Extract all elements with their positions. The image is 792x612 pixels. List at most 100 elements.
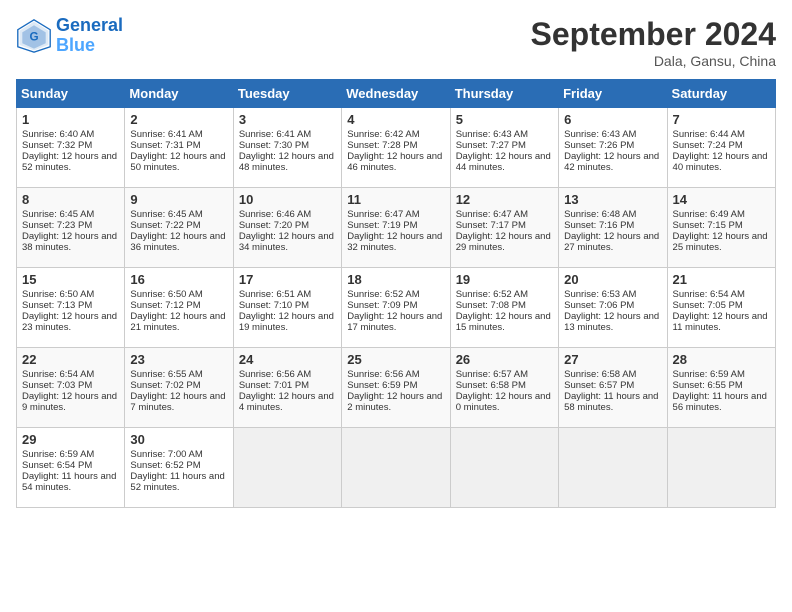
calendar-cell: 15 Sunrise: 6:50 AM Sunset: 7:13 PM Dayl… [17,268,125,348]
calendar-day-header: Monday [125,80,233,108]
sunrise-text: Sunrise: 6:45 AM [130,209,202,220]
sunrise-text: Sunrise: 6:43 AM [456,129,528,140]
day-number: 16 [130,272,227,287]
sunset-text: Sunset: 7:06 PM [564,300,634,311]
daylight-label: Daylight: 11 hours and 54 minutes. [22,471,116,493]
sunrise-text: Sunrise: 6:50 AM [130,289,202,300]
sunset-text: Sunset: 6:52 PM [130,460,200,471]
daylight-label: Daylight: 12 hours and 50 minutes. [130,151,225,173]
calendar-week-row: 1 Sunrise: 6:40 AM Sunset: 7:32 PM Dayli… [17,108,776,188]
day-number: 1 [22,112,119,127]
daylight-label: Daylight: 12 hours and 4 minutes. [239,391,334,413]
logo-icon: G [16,18,52,54]
daylight-label: Daylight: 12 hours and 36 minutes. [130,231,225,253]
calendar-cell [450,428,558,508]
calendar-cell: 22 Sunrise: 6:54 AM Sunset: 7:03 PM Dayl… [17,348,125,428]
daylight-label: Daylight: 12 hours and 48 minutes. [239,151,334,173]
calendar-table: SundayMondayTuesdayWednesdayThursdayFrid… [16,79,776,508]
day-number: 5 [456,112,553,127]
sunset-text: Sunset: 7:13 PM [22,300,92,311]
daylight-label: Daylight: 12 hours and 7 minutes. [130,391,225,413]
sunrise-text: Sunrise: 6:47 AM [347,209,419,220]
sunset-text: Sunset: 7:22 PM [130,220,200,231]
calendar-cell [233,428,341,508]
daylight-label: Daylight: 12 hours and 34 minutes. [239,231,334,253]
calendar-week-row: 8 Sunrise: 6:45 AM Sunset: 7:23 PM Dayli… [17,188,776,268]
calendar-cell: 24 Sunrise: 6:56 AM Sunset: 7:01 PM Dayl… [233,348,341,428]
sunrise-text: Sunrise: 6:44 AM [673,129,745,140]
day-number: 14 [673,192,770,207]
sunset-text: Sunset: 7:27 PM [456,140,526,151]
daylight-label: Daylight: 12 hours and 11 minutes. [673,311,768,333]
sunset-text: Sunset: 7:10 PM [239,300,309,311]
calendar-cell: 30 Sunrise: 7:00 AM Sunset: 6:52 PM Dayl… [125,428,233,508]
calendar-day-header: Thursday [450,80,558,108]
sunrise-text: Sunrise: 6:42 AM [347,129,419,140]
day-number: 12 [456,192,553,207]
day-number: 15 [22,272,119,287]
day-number: 3 [239,112,336,127]
calendar-cell [342,428,450,508]
logo-text: GeneralBlue [56,16,123,56]
daylight-label: Daylight: 12 hours and 44 minutes. [456,151,551,173]
sunset-text: Sunset: 7:17 PM [456,220,526,231]
sunrise-text: Sunrise: 6:41 AM [239,129,311,140]
sunrise-text: Sunrise: 6:55 AM [130,369,202,380]
calendar-cell: 17 Sunrise: 6:51 AM Sunset: 7:10 PM Dayl… [233,268,341,348]
sunrise-text: Sunrise: 6:45 AM [22,209,94,220]
daylight-label: Daylight: 12 hours and 13 minutes. [564,311,659,333]
daylight-label: Daylight: 12 hours and 15 minutes. [456,311,551,333]
calendar-cell: 12 Sunrise: 6:47 AM Sunset: 7:17 PM Dayl… [450,188,558,268]
daylight-label: Daylight: 12 hours and 25 minutes. [673,231,768,253]
daylight-label: Daylight: 12 hours and 29 minutes. [456,231,551,253]
sunset-text: Sunset: 7:30 PM [239,140,309,151]
day-number: 30 [130,432,227,447]
daylight-label: Daylight: 11 hours and 56 minutes. [673,391,767,413]
sunset-text: Sunset: 7:12 PM [130,300,200,311]
sunset-text: Sunset: 7:28 PM [347,140,417,151]
sunset-text: Sunset: 7:05 PM [673,300,743,311]
sunset-text: Sunset: 7:15 PM [673,220,743,231]
day-number: 9 [130,192,227,207]
daylight-label: Daylight: 11 hours and 58 minutes. [564,391,658,413]
daylight-label: Daylight: 12 hours and 9 minutes. [22,391,117,413]
day-number: 17 [239,272,336,287]
daylight-label: Daylight: 12 hours and 40 minutes. [673,151,768,173]
logo: G GeneralBlue [16,16,123,56]
day-number: 2 [130,112,227,127]
calendar-cell: 20 Sunrise: 6:53 AM Sunset: 7:06 PM Dayl… [559,268,667,348]
calendar-day-header: Wednesday [342,80,450,108]
sunrise-text: Sunrise: 6:52 AM [456,289,528,300]
calendar-week-row: 15 Sunrise: 6:50 AM Sunset: 7:13 PM Dayl… [17,268,776,348]
daylight-label: Daylight: 12 hours and 32 minutes. [347,231,442,253]
day-number: 11 [347,192,444,207]
calendar-cell: 1 Sunrise: 6:40 AM Sunset: 7:32 PM Dayli… [17,108,125,188]
sunrise-text: Sunrise: 6:52 AM [347,289,419,300]
daylight-label: Daylight: 12 hours and 0 minutes. [456,391,551,413]
calendar-cell: 16 Sunrise: 6:50 AM Sunset: 7:12 PM Dayl… [125,268,233,348]
day-number: 21 [673,272,770,287]
calendar-cell: 13 Sunrise: 6:48 AM Sunset: 7:16 PM Dayl… [559,188,667,268]
calendar-cell [667,428,775,508]
sunset-text: Sunset: 7:24 PM [673,140,743,151]
calendar-cell [559,428,667,508]
sunrise-text: Sunrise: 6:50 AM [22,289,94,300]
day-number: 7 [673,112,770,127]
calendar-cell: 4 Sunrise: 6:42 AM Sunset: 7:28 PM Dayli… [342,108,450,188]
sunrise-text: Sunrise: 6:54 AM [673,289,745,300]
day-number: 10 [239,192,336,207]
calendar-week-row: 29 Sunrise: 6:59 AM Sunset: 6:54 PM Dayl… [17,428,776,508]
sunset-text: Sunset: 6:59 PM [347,380,417,391]
day-number: 29 [22,432,119,447]
day-number: 28 [673,352,770,367]
sunset-text: Sunset: 7:08 PM [456,300,526,311]
sunset-text: Sunset: 6:57 PM [564,380,634,391]
day-number: 13 [564,192,661,207]
day-number: 23 [130,352,227,367]
calendar-cell: 8 Sunrise: 6:45 AM Sunset: 7:23 PM Dayli… [17,188,125,268]
sunset-text: Sunset: 7:20 PM [239,220,309,231]
sunrise-text: Sunrise: 6:59 AM [673,369,745,380]
day-number: 27 [564,352,661,367]
daylight-label: Daylight: 12 hours and 2 minutes. [347,391,442,413]
calendar-cell: 28 Sunrise: 6:59 AM Sunset: 6:55 PM Dayl… [667,348,775,428]
